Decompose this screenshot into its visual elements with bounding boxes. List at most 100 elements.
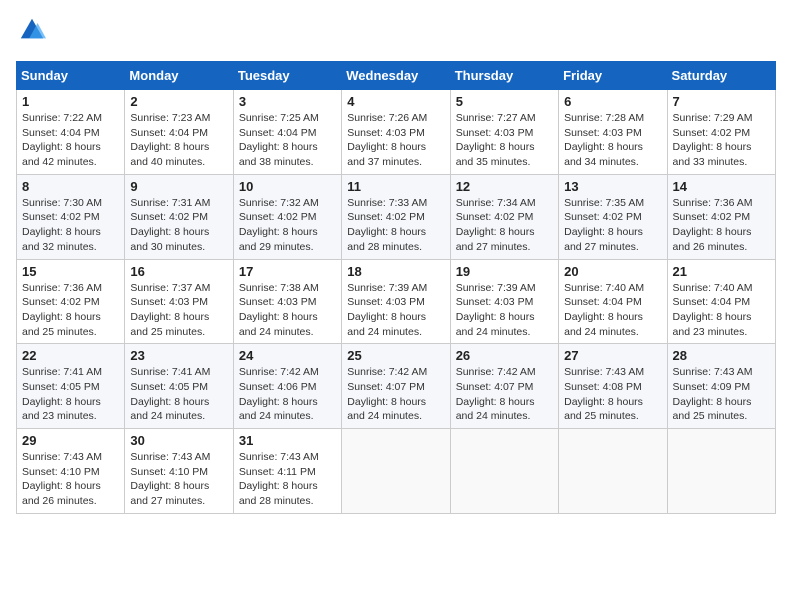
day-number: 14: [673, 179, 770, 194]
day-number: 20: [564, 264, 661, 279]
day-info: Sunrise: 7:23 AM Sunset: 4:04 PM Dayligh…: [130, 111, 227, 170]
calendar-cell: 8 Sunrise: 7:30 AM Sunset: 4:02 PM Dayli…: [17, 174, 125, 259]
day-info: Sunrise: 7:27 AM Sunset: 4:03 PM Dayligh…: [456, 111, 553, 170]
day-number: 4: [347, 94, 444, 109]
day-number: 12: [456, 179, 553, 194]
day-number: 27: [564, 348, 661, 363]
day-number: 6: [564, 94, 661, 109]
day-info: Sunrise: 7:29 AM Sunset: 4:02 PM Dayligh…: [673, 111, 770, 170]
weekday-header-wednesday: Wednesday: [342, 62, 450, 90]
logo-icon: [18, 16, 46, 44]
weekday-header-thursday: Thursday: [450, 62, 558, 90]
day-number: 31: [239, 433, 336, 448]
calendar-cell: 15 Sunrise: 7:36 AM Sunset: 4:02 PM Dayl…: [17, 259, 125, 344]
day-number: 7: [673, 94, 770, 109]
weekday-header-friday: Friday: [559, 62, 667, 90]
calendar-cell: 13 Sunrise: 7:35 AM Sunset: 4:02 PM Dayl…: [559, 174, 667, 259]
calendar-cell: 31 Sunrise: 7:43 AM Sunset: 4:11 PM Dayl…: [233, 429, 341, 514]
day-number: 26: [456, 348, 553, 363]
calendar-cell: 27 Sunrise: 7:43 AM Sunset: 4:08 PM Dayl…: [559, 344, 667, 429]
calendar-cell: 22 Sunrise: 7:41 AM Sunset: 4:05 PM Dayl…: [17, 344, 125, 429]
day-number: 13: [564, 179, 661, 194]
calendar-cell: 4 Sunrise: 7:26 AM Sunset: 4:03 PM Dayli…: [342, 90, 450, 175]
calendar-header: SundayMondayTuesdayWednesdayThursdayFrid…: [17, 62, 776, 90]
calendar-cell: 29 Sunrise: 7:43 AM Sunset: 4:10 PM Dayl…: [17, 429, 125, 514]
day-number: 18: [347, 264, 444, 279]
day-info: Sunrise: 7:38 AM Sunset: 4:03 PM Dayligh…: [239, 281, 336, 340]
calendar-cell: 5 Sunrise: 7:27 AM Sunset: 4:03 PM Dayli…: [450, 90, 558, 175]
day-info: Sunrise: 7:34 AM Sunset: 4:02 PM Dayligh…: [456, 196, 553, 255]
calendar-cell: 7 Sunrise: 7:29 AM Sunset: 4:02 PM Dayli…: [667, 90, 775, 175]
calendar-cell: 1 Sunrise: 7:22 AM Sunset: 4:04 PM Dayli…: [17, 90, 125, 175]
calendar-cell: 3 Sunrise: 7:25 AM Sunset: 4:04 PM Dayli…: [233, 90, 341, 175]
day-info: Sunrise: 7:43 AM Sunset: 4:10 PM Dayligh…: [130, 450, 227, 509]
calendar-cell: 16 Sunrise: 7:37 AM Sunset: 4:03 PM Dayl…: [125, 259, 233, 344]
weekday-header-monday: Monday: [125, 62, 233, 90]
calendar-cell: 6 Sunrise: 7:28 AM Sunset: 4:03 PM Dayli…: [559, 90, 667, 175]
weekday-header-saturday: Saturday: [667, 62, 775, 90]
day-info: Sunrise: 7:26 AM Sunset: 4:03 PM Dayligh…: [347, 111, 444, 170]
day-info: Sunrise: 7:40 AM Sunset: 4:04 PM Dayligh…: [564, 281, 661, 340]
day-number: 11: [347, 179, 444, 194]
day-number: 30: [130, 433, 227, 448]
day-info: Sunrise: 7:35 AM Sunset: 4:02 PM Dayligh…: [564, 196, 661, 255]
calendar-cell: 19 Sunrise: 7:39 AM Sunset: 4:03 PM Dayl…: [450, 259, 558, 344]
calendar-cell: 26 Sunrise: 7:42 AM Sunset: 4:07 PM Dayl…: [450, 344, 558, 429]
day-number: 3: [239, 94, 336, 109]
calendar-cell: 21 Sunrise: 7:40 AM Sunset: 4:04 PM Dayl…: [667, 259, 775, 344]
day-number: 24: [239, 348, 336, 363]
day-number: 9: [130, 179, 227, 194]
day-info: Sunrise: 7:42 AM Sunset: 4:07 PM Dayligh…: [347, 365, 444, 424]
day-info: Sunrise: 7:33 AM Sunset: 4:02 PM Dayligh…: [347, 196, 444, 255]
calendar-cell: [450, 429, 558, 514]
day-number: 28: [673, 348, 770, 363]
day-number: 25: [347, 348, 444, 363]
calendar-cell: 14 Sunrise: 7:36 AM Sunset: 4:02 PM Dayl…: [667, 174, 775, 259]
page-header: [16, 16, 776, 49]
calendar-cell: 24 Sunrise: 7:42 AM Sunset: 4:06 PM Dayl…: [233, 344, 341, 429]
weekday-header-tuesday: Tuesday: [233, 62, 341, 90]
calendar-cell: [342, 429, 450, 514]
day-info: Sunrise: 7:43 AM Sunset: 4:09 PM Dayligh…: [673, 365, 770, 424]
calendar-cell: 9 Sunrise: 7:31 AM Sunset: 4:02 PM Dayli…: [125, 174, 233, 259]
day-number: 19: [456, 264, 553, 279]
calendar-cell: 12 Sunrise: 7:34 AM Sunset: 4:02 PM Dayl…: [450, 174, 558, 259]
day-number: 8: [22, 179, 119, 194]
day-number: 23: [130, 348, 227, 363]
day-info: Sunrise: 7:22 AM Sunset: 4:04 PM Dayligh…: [22, 111, 119, 170]
calendar-cell: 18 Sunrise: 7:39 AM Sunset: 4:03 PM Dayl…: [342, 259, 450, 344]
calendar-cell: [667, 429, 775, 514]
day-info: Sunrise: 7:41 AM Sunset: 4:05 PM Dayligh…: [22, 365, 119, 424]
calendar-cell: 25 Sunrise: 7:42 AM Sunset: 4:07 PM Dayl…: [342, 344, 450, 429]
day-info: Sunrise: 7:43 AM Sunset: 4:11 PM Dayligh…: [239, 450, 336, 509]
calendar-week-5: 29 Sunrise: 7:43 AM Sunset: 4:10 PM Dayl…: [17, 429, 776, 514]
day-number: 16: [130, 264, 227, 279]
calendar-cell: 10 Sunrise: 7:32 AM Sunset: 4:02 PM Dayl…: [233, 174, 341, 259]
day-info: Sunrise: 7:30 AM Sunset: 4:02 PM Dayligh…: [22, 196, 119, 255]
calendar-cell: 30 Sunrise: 7:43 AM Sunset: 4:10 PM Dayl…: [125, 429, 233, 514]
day-info: Sunrise: 7:32 AM Sunset: 4:02 PM Dayligh…: [239, 196, 336, 255]
day-number: 5: [456, 94, 553, 109]
day-info: Sunrise: 7:28 AM Sunset: 4:03 PM Dayligh…: [564, 111, 661, 170]
calendar-week-4: 22 Sunrise: 7:41 AM Sunset: 4:05 PM Dayl…: [17, 344, 776, 429]
day-number: 21: [673, 264, 770, 279]
day-info: Sunrise: 7:39 AM Sunset: 4:03 PM Dayligh…: [347, 281, 444, 340]
calendar-cell: 2 Sunrise: 7:23 AM Sunset: 4:04 PM Dayli…: [125, 90, 233, 175]
day-number: 1: [22, 94, 119, 109]
day-info: Sunrise: 7:42 AM Sunset: 4:07 PM Dayligh…: [456, 365, 553, 424]
calendar-cell: 20 Sunrise: 7:40 AM Sunset: 4:04 PM Dayl…: [559, 259, 667, 344]
day-info: Sunrise: 7:42 AM Sunset: 4:06 PM Dayligh…: [239, 365, 336, 424]
day-number: 10: [239, 179, 336, 194]
calendar-table: SundayMondayTuesdayWednesdayThursdayFrid…: [16, 61, 776, 514]
day-info: Sunrise: 7:36 AM Sunset: 4:02 PM Dayligh…: [22, 281, 119, 340]
calendar-week-3: 15 Sunrise: 7:36 AM Sunset: 4:02 PM Dayl…: [17, 259, 776, 344]
calendar-week-2: 8 Sunrise: 7:30 AM Sunset: 4:02 PM Dayli…: [17, 174, 776, 259]
logo: [16, 16, 46, 49]
day-info: Sunrise: 7:31 AM Sunset: 4:02 PM Dayligh…: [130, 196, 227, 255]
day-number: 15: [22, 264, 119, 279]
day-number: 2: [130, 94, 227, 109]
day-number: 22: [22, 348, 119, 363]
calendar-cell: 28 Sunrise: 7:43 AM Sunset: 4:09 PM Dayl…: [667, 344, 775, 429]
day-info: Sunrise: 7:36 AM Sunset: 4:02 PM Dayligh…: [673, 196, 770, 255]
calendar-cell: 11 Sunrise: 7:33 AM Sunset: 4:02 PM Dayl…: [342, 174, 450, 259]
